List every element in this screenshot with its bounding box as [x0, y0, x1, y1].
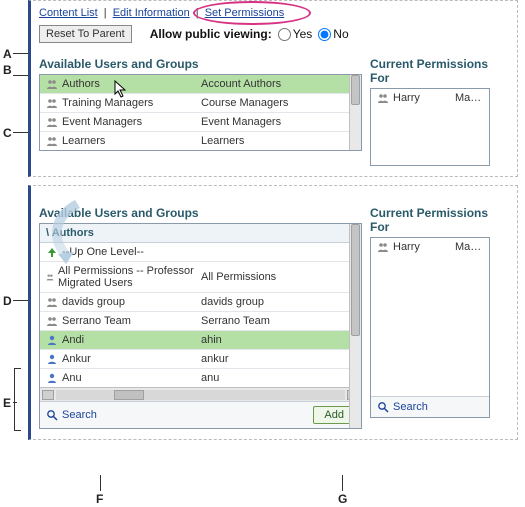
row-name: Serrano Team [62, 315, 131, 327]
panel-bottom: Available Users and Groups \ Authors --U… [28, 185, 518, 440]
annotation-b: B [3, 63, 12, 77]
breadcrumb-row: \ Authors [40, 224, 361, 243]
row-desc: Account Authors [201, 78, 355, 90]
list-row[interactable]: Ankur ankur [40, 350, 361, 369]
current-permissions-title: Current Permissions For [370, 57, 490, 85]
search-link[interactable]: Search [46, 409, 97, 421]
current-permissions-list: Harry Manag Search [370, 237, 490, 418]
list-row[interactable]: Training Managers Course Managers [40, 94, 361, 113]
panel-top: Content List | Edit Information | Set Pe… [28, 0, 518, 177]
search-icon [46, 409, 58, 421]
row-name: Training Managers [62, 97, 153, 109]
row-desc: Manag [455, 92, 483, 104]
row-name: All Permissions -- Professor Migrated Us… [58, 265, 201, 289]
group-icon [377, 241, 389, 253]
allow-public-viewing-group: Allow public viewing: Yes No [150, 27, 349, 41]
allow-no-option[interactable]: No [318, 27, 348, 41]
group-icon [46, 271, 54, 283]
current-permissions-list: Harry Manag [370, 88, 490, 166]
annotation-line [342, 475, 343, 491]
row-desc: Course Managers [201, 97, 355, 109]
list-row[interactable]: Event Managers Event Managers [40, 113, 361, 132]
row-desc: davids group [201, 296, 355, 308]
row-desc: ahin [201, 334, 355, 346]
annotation-a: A [3, 47, 12, 61]
annotation-f: F [96, 492, 103, 506]
list-row[interactable]: Harry Manag [371, 89, 489, 107]
annotation-bracket [14, 368, 15, 431]
tab-set-permissions[interactable]: Set Permissions [205, 7, 284, 19]
row-desc: Serrano Team [201, 315, 355, 327]
annotation-line [13, 402, 17, 403]
list-row[interactable]: Learners Learners [40, 132, 361, 150]
allow-yes-option[interactable]: Yes [278, 27, 313, 41]
group-icon [46, 97, 58, 109]
list-row[interactable]: Serrano Team Serrano Team [40, 312, 361, 331]
allow-yes-label: Yes [293, 27, 313, 41]
row-name: Andi [62, 334, 84, 346]
group-icon [46, 296, 58, 308]
list-row[interactable]: Authors Account Authors [40, 75, 361, 94]
user-icon [46, 334, 58, 346]
search-link[interactable]: Search [377, 401, 428, 413]
tab-separator: | [104, 7, 107, 19]
search-icon [377, 401, 389, 413]
allow-public-label: Allow public viewing: [150, 27, 272, 41]
vertical-scrollbar[interactable] [349, 224, 361, 428]
user-icon [46, 372, 58, 384]
tab-bar: Content List | Edit Information | Set Pe… [39, 7, 509, 19]
search-label: Search [62, 409, 97, 421]
breadcrumb-text: \ Authors [46, 227, 94, 239]
group-icon [46, 78, 58, 90]
group-icon [46, 116, 58, 128]
row-name: Authors [62, 78, 100, 90]
list-row[interactable]: davids group davids group [40, 293, 361, 312]
available-users-title: Available Users and Groups [39, 206, 362, 220]
available-users-list: \ Authors --Up One Level-- All Permissio… [39, 223, 362, 429]
group-icon [377, 92, 389, 104]
user-icon [46, 353, 58, 365]
horizontal-scrollbar[interactable] [40, 387, 361, 401]
row-name: Harry [393, 241, 420, 253]
row-desc: Learners [201, 135, 355, 147]
tab-separator: | [196, 7, 199, 19]
annotation-d: D [3, 294, 12, 308]
list-row[interactable]: Andi ahin [40, 331, 361, 350]
row-desc: ankur [201, 353, 355, 365]
list-row[interactable]: Harry Manag [371, 238, 489, 256]
group-icon [46, 135, 58, 147]
allow-no-label: No [333, 27, 348, 41]
row-desc: Event Managers [201, 116, 355, 128]
list-row[interactable]: Anu anu [40, 369, 361, 387]
row-name: Ankur [62, 353, 91, 365]
current-permissions-title: Current Permissions For [370, 206, 490, 234]
group-icon [46, 315, 58, 327]
tab-edit-information[interactable]: Edit Information [113, 7, 190, 19]
annotation-c: C [3, 126, 12, 140]
row-name: Event Managers [62, 116, 142, 128]
available-users-title: Available Users and Groups [39, 57, 362, 71]
annotation-e: E [3, 396, 11, 410]
up-one-level-row[interactable]: --Up One Level-- [40, 243, 361, 262]
row-desc: Manag [455, 241, 483, 253]
up-one-level-label: --Up One Level-- [62, 246, 144, 258]
available-users-list: Authors Account Authors Training Managers C… [39, 74, 362, 151]
row-name: Learners [62, 135, 105, 147]
tab-content-list[interactable]: Content List [39, 7, 98, 19]
list-row[interactable]: All Permissions -- Professor Migrated Us… [40, 262, 361, 293]
row-desc: All Permissions [201, 271, 355, 283]
reset-to-parent-button[interactable]: Reset To Parent [39, 25, 132, 43]
row-name: Anu [62, 372, 82, 384]
vertical-scrollbar[interactable] [349, 75, 361, 150]
row-desc: anu [201, 372, 355, 384]
row-name: davids group [62, 296, 125, 308]
row-name: Harry [393, 92, 420, 104]
up-level-icon [46, 246, 58, 258]
annotation-line [100, 475, 101, 491]
annotation-g: G [338, 492, 347, 506]
search-label: Search [393, 401, 428, 413]
